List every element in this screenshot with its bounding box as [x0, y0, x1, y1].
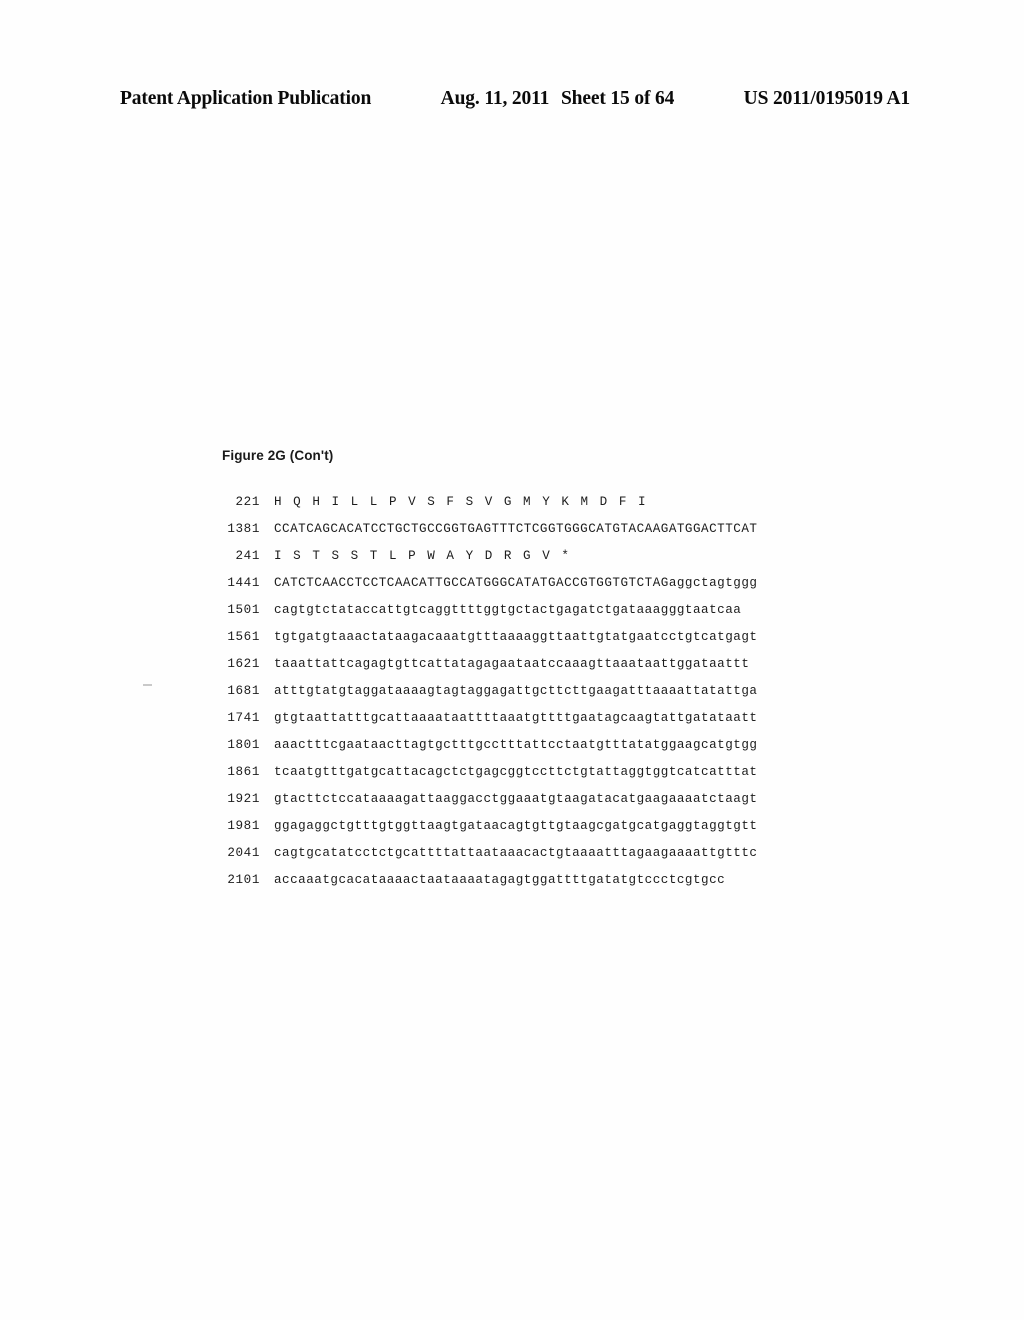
- nucleotide-sequence: tgtgatgtaaactataagacaaatgtttaaaaggttaatt…: [274, 630, 758, 644]
- sequence-position-number: 1741: [227, 711, 260, 725]
- nucleotide-sequence: atttgtatgtaggataaaagtagtaggagattgcttcttg…: [274, 684, 758, 698]
- publication-date: Aug. 11, 2011: [440, 88, 550, 109]
- sequence-position-number: 1861: [227, 765, 260, 779]
- nucleotide-sequence: cagtgcatatcctctgcattttattaataaacactgtaaa…: [274, 846, 758, 860]
- sequence-position-number: 2101: [227, 873, 260, 887]
- sequence-row: 1801 aaactttcgaataacttagtgctttgcctttattcc…: [216, 738, 856, 765]
- sequence-position-number: 1681: [227, 684, 260, 698]
- nucleotide-sequence: cagtgtctataccattgtcaggttttggtgctactgagat…: [274, 603, 742, 617]
- publication-header: Patent Application Publication Aug. 11, …: [120, 88, 910, 114]
- sequence-position-number: 1621: [227, 657, 260, 671]
- nucleotide-sequence: gtacttctccataaaagattaaggacctggaaatgtaaga…: [274, 792, 758, 806]
- sequence-position-number: 1921: [227, 792, 260, 806]
- sequence-row: 2101 accaaatgcacataaaactaataaaatagagtggat…: [216, 873, 856, 900]
- sequence-row: 1681 atttgtatgtaggataaaagtagtaggagattgctt…: [216, 684, 856, 711]
- amino-acid-sequence: ISTSSTLPWAYDRGV*: [274, 549, 581, 563]
- sequence-row: 1741 gtgtaattatttgcattaaaataattttaaatgttt…: [216, 711, 856, 738]
- scan-artifact: [143, 684, 152, 686]
- nucleotide-sequence: gtgtaattatttgcattaaaataattttaaatgttttgaa…: [274, 711, 758, 725]
- sequence-row: 221 HQHILLPVSFSVGMYKMDFI: [216, 495, 856, 522]
- sequence-row: 1441 CATCTCAACCTCCTCAACATTGCCATGGGCATATGA…: [216, 576, 856, 603]
- nucleotide-sequence: accaaatgcacataaaactaataaaatagagtggattttg…: [274, 873, 726, 887]
- sequence-row: 1921 gtacttctccataaaagattaaggacctggaaatgt…: [216, 792, 856, 819]
- sequence-row: 1621 taaattattcagagtgttcattatagagaataatcc…: [216, 657, 856, 684]
- sequence-position-number: 1561: [227, 630, 260, 644]
- sequence-row: 241 ISTSSTLPWAYDRGV*: [216, 549, 856, 576]
- sequence-position-number: 1801: [227, 738, 260, 752]
- sequence-position-number: 2041: [227, 846, 260, 860]
- sequence-row: 2041 cagtgcatatcctctgcattttattaataaacactg…: [216, 846, 856, 873]
- sequence-row: 1561 tgtgatgtaaactataagacaaatgtttaaaaggtt…: [216, 630, 856, 657]
- publication-date-sheet: Aug. 11, 2011 Sheet 15 of 64: [441, 88, 675, 110]
- sequence-position-number: 1441: [227, 576, 260, 590]
- sequence-position-number: 241: [235, 549, 260, 563]
- sequence-position-number: 1501: [227, 603, 260, 617]
- sequence-position-number: 1981: [227, 819, 260, 833]
- sequence-row: 1981 ggagaggctgtttgtggttaagtgataacagtgttg…: [216, 819, 856, 846]
- nucleotide-sequence: ggagaggctgtttgtggttaagtgataacagtgttgtaag…: [274, 819, 758, 833]
- figure-caption: Figure 2G (Con't): [222, 448, 334, 463]
- sequence-alignment-block: 221 HQHILLPVSFSVGMYKMDFI 1381 CCATCAGCACATC…: [216, 495, 856, 900]
- sequence-row: 1501 cagtgtctataccattgtcaggttttggtgctactg…: [216, 603, 856, 630]
- nucleotide-sequence: tcaatgtttgatgcattacagctctgagcggtccttctgt…: [274, 765, 758, 779]
- sequence-row: 1381 CCATCAGCACATCCTGCTGCCGGTGAGTTTCTCGGT…: [216, 522, 856, 549]
- nucleotide-sequence: taaattattcagagtgttcattatagagaataatccaaag…: [274, 657, 750, 671]
- sequence-position-number: 1381: [227, 522, 260, 536]
- patent-page: Patent Application Publication Aug. 11, …: [0, 0, 1024, 1320]
- sheet-number: Sheet 15 of 64: [560, 88, 675, 109]
- sequence-position-number: 221: [235, 495, 260, 509]
- sequence-row: 1861 tcaatgtttgatgcattacagctctgagcggtcctt…: [216, 765, 856, 792]
- nucleotide-sequence: aaactttcgaataacttagtgctttgcctttattcctaat…: [274, 738, 758, 752]
- nucleotide-sequence: CCATCAGCACATCCTGCTGCCGGTGAGTTTCTCGGTGGGC…: [274, 522, 758, 536]
- publication-type-label: Patent Application Publication: [120, 88, 372, 109]
- publication-number: US 2011/0195019 A1: [743, 88, 910, 109]
- nucleotide-sequence: CATCTCAACCTCCTCAACATTGCCATGGGCATATGACCGT…: [274, 576, 758, 590]
- amino-acid-sequence: HQHILLPVSFSVGMYKMDFI: [274, 495, 658, 509]
